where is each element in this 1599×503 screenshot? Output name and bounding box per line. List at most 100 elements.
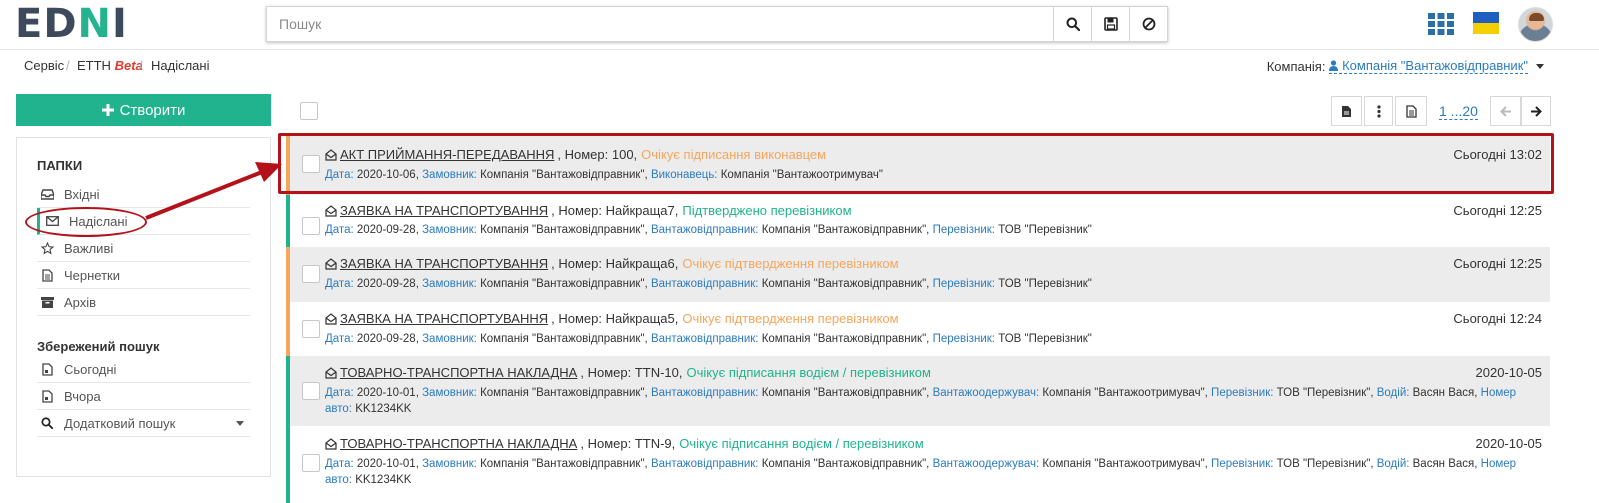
export-button[interactable] (1331, 96, 1362, 126)
search-button[interactable] (1053, 7, 1091, 41)
sidebar-item-label: Чернетки (64, 267, 121, 283)
company-dropdown[interactable]: Компанія "Вантажовідправник" (1329, 58, 1528, 74)
chevron-down-icon[interactable] (1536, 63, 1544, 69)
document-row[interactable]: ЗАЯВКА НА ТРАНСПОРТУВАННЯ , Номер: Найкр… (286, 247, 1550, 302)
open-envelope-icon (325, 204, 337, 217)
search-input[interactable] (267, 7, 1053, 41)
chevron-down-icon[interactable] (236, 421, 244, 426)
detail-label: Замовник: (422, 387, 477, 399)
detail-label: Дата: (325, 169, 354, 181)
detail-label: Водій: (1376, 387, 1410, 399)
document-time: 2020-10-05 (1475, 365, 1543, 380)
open-envelope-icon (325, 312, 337, 325)
sidebar-item-drafts[interactable]: Чернетки (37, 262, 250, 289)
document-title[interactable]: АКТ ПРИЙМАННЯ-ПЕРЕДАВАННЯ (340, 147, 554, 162)
detail-value: Компанія "Вантажоотримувач", (1042, 458, 1208, 470)
sidebar-item-label: Важливі (64, 240, 114, 256)
create-button[interactable]: Створити (16, 94, 271, 126)
document-row[interactable]: ТОВАРНО-ТРАНСПОРТНА НАКЛАДНА , Номер: TT… (286, 426, 1550, 503)
document-number: , Номер: 100, (557, 147, 638, 162)
document-header: АКТ ПРИЙМАННЯ-ПЕРЕДАВАННЯ , Номер: 100, … (325, 147, 826, 162)
document-time: Сьогодні 13:02 (1453, 147, 1542, 162)
document-status: Очікує підписання водієм / перевізником (679, 436, 924, 451)
document-title[interactable]: ЗАЯВКА НА ТРАНСПОРТУВАННЯ (340, 256, 548, 271)
detail-label: Дата: (325, 458, 354, 470)
detail-value: Компанія "Вантажовідправник", (480, 333, 648, 345)
document-time: Сьогодні 12:25 (1453, 256, 1542, 271)
document-header: ЗАЯВКА НА ТРАНСПОРТУВАННЯ , Номер: Найкр… (325, 311, 899, 326)
detail-value: Компанія "Вантажовідправник", (480, 169, 648, 181)
row-checkbox[interactable] (302, 382, 320, 400)
document-title[interactable]: ТОВАРНО-ТРАНСПОРТНА НАКЛАДНА (340, 365, 577, 380)
clear-search-button[interactable] (1129, 7, 1167, 41)
document-status: Очікує підтвердження перевізником (682, 256, 899, 271)
row-checkbox[interactable] (302, 217, 320, 235)
pagination-range[interactable]: 1 ...20 (1439, 103, 1478, 120)
plus-icon (101, 104, 114, 116)
document-title[interactable]: ТОВАРНО-ТРАНСПОРТНА НАКЛАДНА (340, 436, 577, 451)
user-icon (1329, 60, 1339, 71)
sidebar-item-archive[interactable]: Архів (37, 289, 250, 316)
document-status: Очікує підтвердження перевізником (682, 311, 899, 326)
row-checkbox[interactable] (302, 155, 320, 173)
sidebar-item-label: Додатковий пошук (64, 415, 176, 431)
row-checkbox[interactable] (302, 320, 320, 338)
detail-label: Замовник: (422, 333, 477, 345)
breadcrumb-service[interactable]: Сервіс (24, 58, 64, 73)
document-number: , Номер: Найкраща6, (551, 256, 679, 271)
create-button-label: Створити (119, 101, 186, 119)
detail-value: ТОВ "Перевізник" (998, 333, 1092, 345)
document-details: Дата: 2020-10-01, Замовник: Компанія "Ва… (325, 456, 1545, 488)
next-page-button[interactable] (1521, 96, 1551, 126)
row-checkbox[interactable] (302, 265, 320, 283)
edin-logo[interactable]: ED N I (15, 4, 128, 44)
document-title[interactable]: ЗАЯВКА НА ТРАНСПОРТУВАННЯ (340, 203, 548, 218)
detail-value: Компанія "Вантажовідправник", (761, 333, 930, 345)
detail-value: Компанія "Вантажовідправник", (761, 224, 930, 236)
document-time: Сьогодні 12:24 (1453, 311, 1542, 326)
star-icon (40, 241, 54, 255)
prev-page-button[interactable] (1490, 96, 1521, 126)
ukraine-flag-icon[interactable] (1473, 12, 1499, 34)
calendar-icon (40, 389, 54, 403)
logo-text-n: N (77, 1, 113, 47)
document-row[interactable]: ЗАЯВКА НА ТРАНСПОРТУВАННЯ , Номер: Найкр… (286, 302, 1550, 356)
document-row[interactable]: ЗАЯВКА НА ТРАНСПОРТУВАННЯ , Номер: Найкр… (286, 195, 1550, 247)
save-search-button[interactable] (1091, 7, 1129, 41)
sidebar-item-label: Надіслані (69, 213, 128, 229)
detail-value: 2020-10-01, (356, 387, 419, 399)
document-row[interactable]: ТОВАРНО-ТРАНСПОРТНА НАКЛАДНА , Номер: TT… (286, 356, 1550, 426)
sidebar-item-sent[interactable]: Надіслані (37, 208, 250, 235)
saved-search-today[interactable]: Сьогодні (37, 356, 250, 383)
sidebar-item-inbox[interactable]: Вхідні (37, 181, 250, 208)
more-actions-button[interactable] (1364, 96, 1393, 126)
detail-value: Компанія "Вантажовідправник", (761, 278, 930, 290)
breadcrumb-ettn[interactable]: ЕТТН Beta (77, 58, 143, 73)
detail-value: KK1234KK (355, 403, 412, 415)
document-details: Дата: 2020-10-01, Замовник: Компанія "Ва… (325, 385, 1545, 417)
calendar-icon (40, 362, 54, 376)
print-button[interactable] (1395, 96, 1427, 126)
detail-label: Замовник: (422, 169, 477, 181)
sidebar-item-important[interactable]: Важливі (37, 235, 250, 262)
saved-search-yesterday[interactable]: Вчора (37, 383, 250, 410)
detail-value: 2020-09-28, (356, 278, 419, 290)
avatar[interactable] (1518, 7, 1553, 42)
document-title[interactable]: ЗАЯВКА НА ТРАНСПОРТУВАННЯ (340, 311, 548, 326)
document-number: , Номер: Найкраща5, (551, 311, 679, 326)
sidebar-item-label: Сьогодні (64, 361, 117, 377)
cancel-icon (1142, 17, 1155, 31)
apps-grid-icon[interactable] (1428, 13, 1454, 35)
detail-value: ТОВ "Перевізник" (998, 278, 1092, 290)
breadcrumb-ettn-label: ЕТТН (77, 58, 111, 73)
detail-value: Компанія "Вантажовідправник", (480, 387, 648, 399)
row-checkbox[interactable] (302, 454, 320, 472)
saved-search-advanced[interactable]: Додатковий пошук (37, 410, 250, 437)
draft-icon (40, 268, 54, 282)
breadcrumb-current: Надіслані (151, 58, 210, 73)
detail-value: 2020-10-06, (356, 169, 419, 181)
document-row[interactable]: АКТ ПРИЙМАННЯ-ПЕРЕДАВАННЯ , Номер: 100, … (286, 134, 1550, 195)
detail-value: ТОВ "Перевізник", (1276, 458, 1374, 470)
arrow-right-icon (1531, 105, 1542, 117)
select-all-checkbox[interactable] (300, 102, 318, 120)
